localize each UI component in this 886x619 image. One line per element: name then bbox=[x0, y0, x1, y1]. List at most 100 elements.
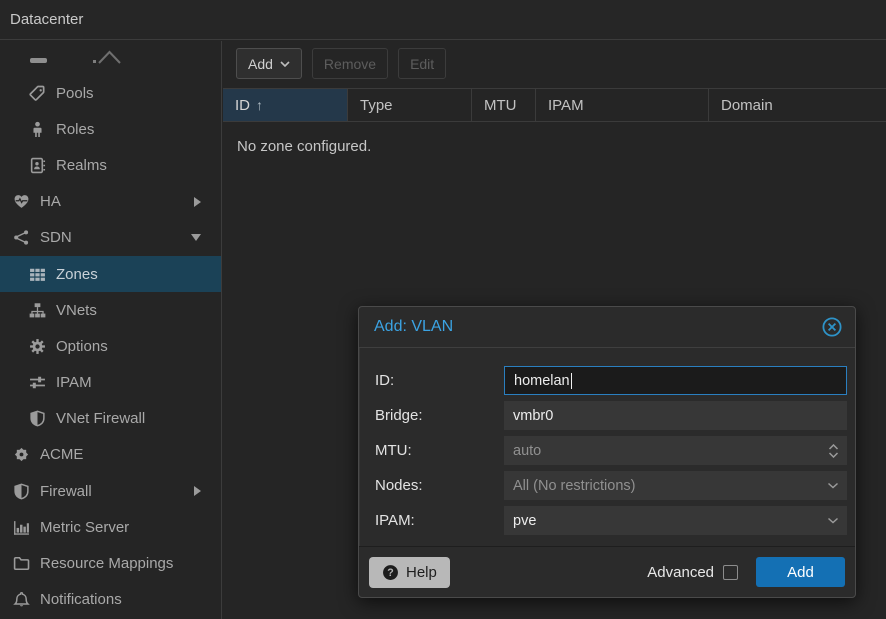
zones-toolbar: Add Remove Edit bbox=[223, 41, 886, 87]
sidebar-item-label: HA bbox=[40, 193, 61, 210]
sidebar-item-label: Firewall bbox=[40, 483, 92, 500]
sliders-icon bbox=[29, 374, 46, 391]
chevron-down-icon[interactable] bbox=[827, 506, 839, 535]
chevron-down-icon bbox=[280, 61, 290, 67]
sidebar-item-metric-server[interactable]: Metric Server bbox=[0, 509, 221, 545]
sidebar-item-label: Roles bbox=[56, 121, 94, 138]
sidebar-item-label: Resource Mappings bbox=[40, 555, 173, 572]
nodes-field-label: Nodes: bbox=[375, 477, 504, 494]
sidebar-item-label: SDN bbox=[40, 229, 72, 246]
sidebar-item-options[interactable]: Options bbox=[0, 328, 221, 364]
dialog-header[interactable]: Add: VLAN bbox=[359, 307, 855, 347]
nodes-placeholder: All (No restrictions) bbox=[513, 478, 635, 494]
column-label: Domain bbox=[721, 97, 773, 114]
remove-button-label: Remove bbox=[324, 56, 376, 72]
sidebar-item-sdn[interactable]: SDN bbox=[0, 220, 221, 256]
sitemap-icon bbox=[29, 302, 46, 319]
column-header-mtu[interactable]: MTU bbox=[472, 89, 536, 121]
sidebar-item-zones[interactable]: Zones bbox=[0, 256, 221, 292]
sidebar-item-vnets[interactable]: VNets bbox=[0, 292, 221, 328]
heartbeat-icon bbox=[13, 193, 30, 210]
clipped-icon-fragment bbox=[30, 58, 47, 63]
close-icon[interactable] bbox=[821, 316, 843, 338]
sidebar-item-firewall[interactable]: Firewall bbox=[0, 473, 221, 509]
id-input[interactable]: homelan bbox=[504, 366, 847, 395]
expand-arrow-icon[interactable] bbox=[194, 197, 201, 207]
sidebar-item-label: Options bbox=[56, 338, 108, 355]
bridge-field-label: Bridge: bbox=[375, 407, 504, 424]
collapse-arrow-icon[interactable] bbox=[191, 234, 201, 241]
column-label: ID bbox=[235, 97, 250, 114]
dialog-footer: ? Help Advanced Add bbox=[359, 546, 855, 597]
mtu-spinner[interactable]: auto bbox=[504, 436, 847, 465]
nodes-select[interactable]: All (No restrictions) bbox=[504, 471, 847, 500]
sidebar-item-resource-mappings[interactable]: Resource Mappings bbox=[0, 545, 221, 581]
gear-icon bbox=[29, 338, 46, 355]
dialog-title: Add: VLAN bbox=[374, 318, 821, 336]
form-row-bridge: Bridge: vmbr0 bbox=[375, 401, 847, 430]
grid-icon bbox=[29, 266, 46, 283]
sidebar-item-label: Pools bbox=[56, 85, 94, 102]
column-label: MTU bbox=[484, 97, 517, 114]
sidebar-item-label: Realms bbox=[56, 157, 107, 174]
add-button[interactable]: Add bbox=[236, 48, 302, 79]
sidebar-item-label: VNet Firewall bbox=[56, 410, 145, 427]
sidebar-item-clipped[interactable] bbox=[0, 41, 221, 75]
sidebar-item-ha[interactable]: HA bbox=[0, 184, 221, 220]
remove-button[interactable]: Remove bbox=[312, 48, 388, 79]
shield-icon bbox=[29, 410, 46, 427]
app-header: Datacenter bbox=[0, 0, 886, 40]
bar-chart-icon bbox=[13, 519, 30, 536]
column-header-type[interactable]: Type bbox=[348, 89, 472, 121]
submit-add-button[interactable]: Add bbox=[756, 557, 845, 587]
zones-table-header: ID ↑ Type MTU IPAM Domain bbox=[223, 88, 886, 122]
sidebar-item-realms[interactable]: Realms bbox=[0, 147, 221, 183]
column-label: Type bbox=[360, 97, 393, 114]
sidebar-item-notifications[interactable]: Notifications bbox=[0, 582, 221, 618]
column-header-ipam[interactable]: IPAM bbox=[536, 89, 709, 121]
sidebar-item-ipam[interactable]: IPAM bbox=[0, 365, 221, 401]
resource-tree: Pools Roles Realms HA SDN Zones bbox=[0, 41, 222, 619]
mtu-field-label: MTU: bbox=[375, 442, 504, 459]
expand-arrow-icon[interactable] bbox=[194, 486, 201, 496]
edit-button[interactable]: Edit bbox=[398, 48, 446, 79]
text-cursor bbox=[571, 373, 572, 389]
bridge-input[interactable]: vmbr0 bbox=[504, 401, 847, 430]
sidebar-item-label: Zones bbox=[56, 266, 98, 283]
form-row-ipam: IPAM: pve bbox=[375, 506, 847, 535]
ipam-select[interactable]: pve bbox=[504, 506, 847, 535]
bridge-input-value: vmbr0 bbox=[513, 408, 553, 424]
help-button[interactable]: ? Help bbox=[369, 557, 450, 588]
tag-icon bbox=[29, 85, 46, 102]
chevron-down-icon[interactable] bbox=[827, 471, 839, 500]
id-field-label: ID: bbox=[375, 372, 504, 389]
sidebar-item-pools[interactable]: Pools bbox=[0, 75, 221, 111]
sort-asc-icon: ↑ bbox=[256, 97, 263, 113]
help-button-label: Help bbox=[406, 564, 437, 581]
network-nodes-icon bbox=[13, 229, 30, 246]
sidebar-item-acme[interactable]: ACME bbox=[0, 437, 221, 473]
form-row-nodes: Nodes: All (No restrictions) bbox=[375, 471, 847, 500]
certificate-icon bbox=[13, 446, 30, 463]
spinner-arrows-icon[interactable] bbox=[828, 436, 839, 465]
column-header-domain[interactable]: Domain bbox=[709, 89, 886, 121]
ipam-field-label: IPAM: bbox=[375, 512, 504, 529]
question-circle-icon: ? bbox=[382, 564, 399, 581]
advanced-checkbox[interactable] bbox=[723, 565, 738, 580]
column-header-id[interactable]: ID ↑ bbox=[223, 89, 348, 121]
form-row-id: ID: homelan bbox=[375, 366, 847, 395]
column-label: IPAM bbox=[548, 97, 584, 114]
page-title: Datacenter bbox=[10, 11, 83, 28]
add-vlan-dialog: Add: VLAN ID: homelan Bridge: vmbr0 MTU:… bbox=[358, 306, 856, 598]
bell-icon bbox=[13, 591, 30, 608]
shield-icon bbox=[13, 483, 30, 500]
user-icon bbox=[29, 121, 46, 138]
sidebar-item-label: IPAM bbox=[56, 374, 92, 391]
ipam-select-value: pve bbox=[513, 513, 536, 529]
sidebar-item-label: Notifications bbox=[40, 591, 122, 608]
sidebar-item-vnet-firewall[interactable]: VNet Firewall bbox=[0, 401, 221, 437]
empty-table-message: No zone configured. bbox=[237, 138, 371, 155]
sidebar-item-label: VNets bbox=[56, 302, 97, 319]
sidebar-item-roles[interactable]: Roles bbox=[0, 111, 221, 147]
sidebar-item-label: Metric Server bbox=[40, 519, 129, 536]
